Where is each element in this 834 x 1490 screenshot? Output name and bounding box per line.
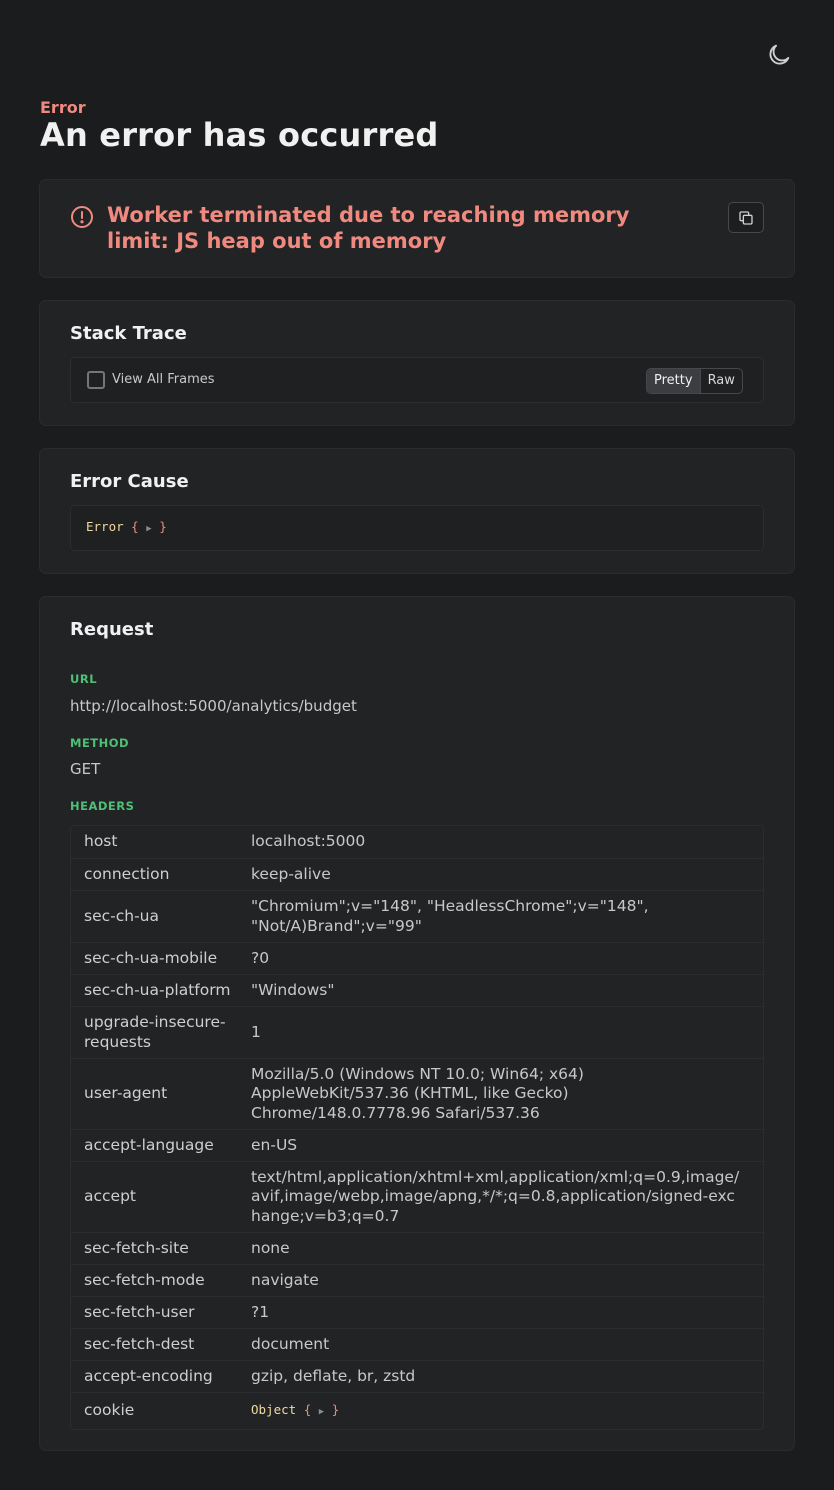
header-value: "Windows" [251, 980, 335, 999]
header-key: host [84, 832, 118, 851]
close-brace: } [331, 1401, 340, 1417]
header-key: sec-ch-ua-platform [84, 980, 231, 999]
header-row: sec-fetch-dest document [71, 1328, 763, 1360]
header-value: ?1 [251, 1302, 270, 1321]
moon-icon [769, 44, 790, 65]
header-row: sec-ch-ua-mobile ?0 [71, 942, 763, 974]
view-all-frames-label[interactable]: View All Frames [112, 372, 215, 387]
header-key: sec-fetch-mode [84, 1270, 205, 1289]
header-key: sec-ch-ua-mobile [84, 948, 218, 967]
copy-button[interactable] [728, 202, 764, 233]
close-brace: } [159, 519, 167, 534]
header-key: user-agent [84, 1084, 168, 1103]
header-key: sec-fetch-site [84, 1238, 189, 1257]
error-cause-title: Error Cause [70, 471, 189, 492]
header-value: gzip, deflate, br, zstd [251, 1366, 416, 1385]
method-value: GET [70, 760, 101, 778]
expand-arrow-icon[interactable]: ▶ [319, 1407, 324, 1417]
expand-arrow-icon[interactable]: ▶ [146, 524, 151, 534]
header-key: sec-ch-ua [84, 906, 159, 925]
error-cause-object[interactable]: Error { ▶ } [86, 519, 167, 534]
view-all-frames-checkbox[interactable] [87, 371, 105, 389]
object-type: Object [251, 1401, 297, 1417]
header-key: sec-fetch-user [84, 1302, 195, 1321]
header-row: accept text/html,application/xhtml+xml,a… [71, 1161, 763, 1232]
cookie-object[interactable]: Object { ▶ } [251, 1400, 751, 1423]
error-cause-card: Error Cause Error { ▶ } [39, 448, 795, 574]
request-card: Request URL http://localhost:5000/analyt… [39, 596, 795, 1451]
header-row-cookie: cookie Object { ▶ } [71, 1392, 763, 1429]
stack-view-mode-toggle: Pretty Raw [646, 368, 743, 394]
header-row: sec-fetch-mode navigate [71, 1264, 763, 1296]
stack-trace-card: Stack Trace View All Frames Pretty Raw [39, 300, 795, 426]
header-row: sec-ch-ua-platform "Windows" [71, 974, 763, 1006]
header-value: localhost:5000 [251, 832, 366, 851]
error-message: Worker terminated due to reaching memory… [107, 203, 630, 253]
header-key: upgrade-insecure-requests [84, 1013, 226, 1051]
header-key: sec-fetch-dest [84, 1334, 195, 1353]
copy-icon [739, 210, 753, 225]
header-value: keep-alive [251, 864, 331, 883]
header-value: Mozilla/5.0 (Windows NT 10.0; Win64; x64… [251, 1064, 584, 1122]
header-value: none [251, 1238, 290, 1257]
header-key: accept [84, 1187, 136, 1206]
header-row: connection keep-alive [71, 858, 763, 890]
error-kicker: Error [40, 98, 86, 117]
raw-mode-button[interactable]: Raw [699, 369, 742, 393]
open-brace: { [131, 519, 139, 534]
url-label: URL [70, 672, 98, 686]
method-label: METHOD [70, 736, 130, 750]
exclamation-circle-icon [71, 206, 93, 228]
header-row: sec-ch-ua "Chromium";v="148", "HeadlessC… [71, 890, 763, 942]
header-key: accept-encoding [84, 1366, 213, 1385]
header-row: upgrade-insecure-requests 1 [71, 1006, 763, 1058]
request-title: Request [70, 619, 154, 640]
object-type: Error [86, 519, 124, 534]
header-value: ?0 [251, 948, 270, 967]
header-value: document [251, 1334, 330, 1353]
header-row: sec-fetch-user ?1 [71, 1296, 763, 1328]
header-value: navigate [251, 1270, 319, 1289]
page-title: An error has occurred [40, 116, 439, 154]
error-message-card: Worker terminated due to reaching memory… [39, 179, 795, 278]
header-key: connection [84, 864, 170, 883]
stack-trace-title: Stack Trace [70, 323, 187, 344]
header-value: 1 [251, 1022, 261, 1041]
header-value: text/html,application/xhtml+xml,applicat… [251, 1167, 740, 1225]
header-value: "Chromium";v="148", "HeadlessChrome";v="… [251, 897, 649, 935]
open-brace: { [303, 1401, 312, 1417]
stack-trace-toolbar: View All Frames Pretty Raw [70, 357, 764, 403]
header-row: sec-fetch-site none [71, 1232, 763, 1264]
header-key: cookie [84, 1401, 135, 1420]
pretty-mode-button[interactable]: Pretty [647, 369, 700, 393]
header-key: accept-language [84, 1135, 214, 1154]
header-value: en-US [251, 1135, 298, 1154]
header-row: user-agent Mozilla/5.0 (Windows NT 10.0;… [71, 1058, 763, 1129]
header-row: host localhost:5000 [71, 826, 763, 858]
error-cause-box: Error { ▶ } [70, 505, 764, 551]
theme-toggle-button[interactable] [762, 38, 796, 72]
error-page: Error An error has occurred Worker termi… [0, 0, 834, 1490]
url-value: http://localhost:5000/analytics/budget [70, 697, 357, 715]
headers-label: HEADERS [70, 799, 135, 813]
header-row: accept-language en-US [71, 1129, 763, 1161]
header-row: accept-encoding gzip, deflate, br, zstd [71, 1360, 763, 1392]
headers-table: host localhost:5000 connection keep-aliv… [70, 825, 764, 1430]
